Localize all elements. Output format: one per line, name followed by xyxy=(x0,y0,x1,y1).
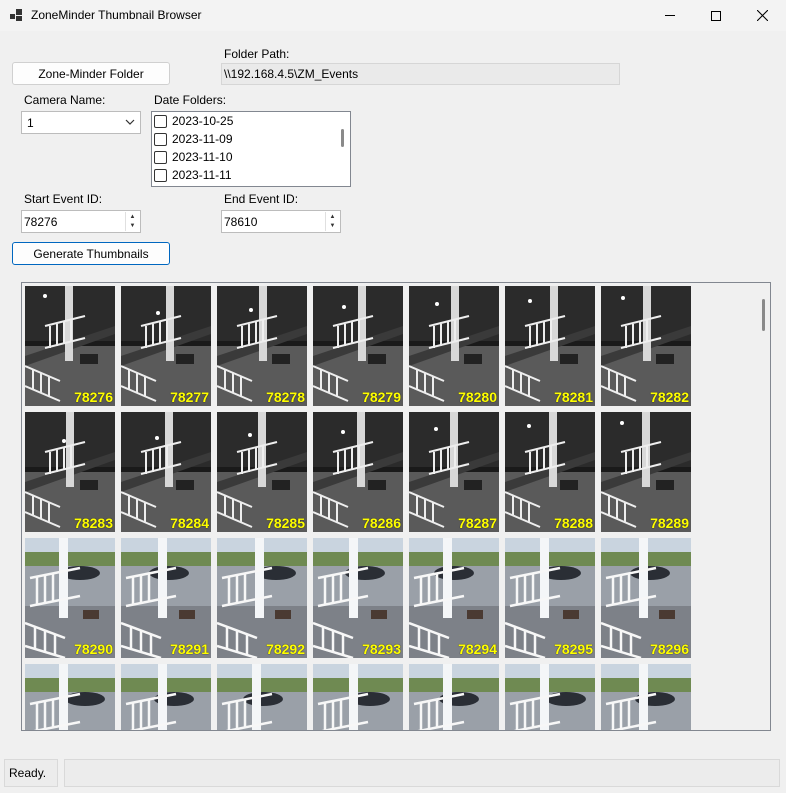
thumbnail-event-id: 78288 xyxy=(554,515,593,531)
thumbnail[interactable]: 78290 xyxy=(25,538,115,658)
thumbnail[interactable]: 78278 xyxy=(217,286,307,406)
checkbox[interactable] xyxy=(154,150,167,164)
spin-down-icon[interactable]: ▼ xyxy=(126,221,139,230)
thumbnail[interactable]: 78295 xyxy=(505,538,595,658)
camera-name-value: 1 xyxy=(27,116,34,130)
thumbnail-event-id: 78286 xyxy=(362,515,401,531)
thumbnail[interactable] xyxy=(409,664,499,730)
thumbnail[interactable]: 78281 xyxy=(505,286,595,406)
thumbnail-event-id: 78281 xyxy=(554,389,593,405)
window-title: ZoneMinder Thumbnail Browser xyxy=(31,8,202,22)
close-icon xyxy=(756,10,768,21)
thumbnail[interactable]: 78279 xyxy=(313,286,403,406)
thumbnail[interactable]: 78294 xyxy=(409,538,499,658)
status-bar: Ready. xyxy=(0,757,786,793)
thumbnail-event-id: 78291 xyxy=(170,641,209,657)
date-folders-label: Date Folders: xyxy=(154,93,227,107)
start-event-input[interactable]: 78276 ▲ ▼ xyxy=(21,210,141,233)
thumbnail-event-id: 78279 xyxy=(362,389,401,405)
thumbnail-event-id: 78295 xyxy=(554,641,593,657)
thumbnail-event-id: 78277 xyxy=(170,389,209,405)
thumbnail-event-id: 78292 xyxy=(266,641,305,657)
thumbnail-event-id: 78278 xyxy=(266,389,305,405)
start-event-spinner[interactable]: ▲ ▼ xyxy=(125,212,139,231)
minimize-icon xyxy=(665,15,675,16)
end-event-input[interactable]: 78610 ▲ ▼ xyxy=(221,210,341,233)
checkbox[interactable] xyxy=(154,168,167,182)
thumbnail[interactable] xyxy=(313,664,403,730)
thumbnail[interactable]: 78292 xyxy=(217,538,307,658)
thumbnail[interactable]: 78284 xyxy=(121,412,211,532)
thumbnail[interactable]: 78293 xyxy=(313,538,403,658)
thumbnail[interactable]: 78288 xyxy=(505,412,595,532)
list-scrollbar[interactable] xyxy=(341,129,344,147)
thumbnail-event-id: 78283 xyxy=(74,515,113,531)
thumbnail[interactable]: 78285 xyxy=(217,412,307,532)
status-text: Ready. xyxy=(4,759,58,787)
thumbnail[interactable]: 78287 xyxy=(409,412,499,532)
folder-path-label: Folder Path: xyxy=(224,47,290,61)
folder-path-field[interactable]: \\192.168.4.5\ZM_Events xyxy=(221,63,620,85)
thumbnail-event-id: 78296 xyxy=(650,641,689,657)
thumbnail-event-id: 78289 xyxy=(650,515,689,531)
thumbnail[interactable] xyxy=(601,664,691,730)
close-button[interactable] xyxy=(739,0,785,31)
thumbnail[interactable]: 78296 xyxy=(601,538,691,658)
spin-up-icon[interactable]: ▲ xyxy=(326,212,339,221)
spin-up-icon[interactable]: ▲ xyxy=(126,212,139,221)
start-event-label: Start Event ID: xyxy=(24,192,103,206)
thumbnail[interactable] xyxy=(25,664,115,730)
thumbnail-panel[interactable]: 78276 78277 78278 78279 78280 78281 78282 78283… xyxy=(21,282,771,731)
date-folder-item[interactable]: 2023-11-10 xyxy=(154,148,233,166)
thumbnail[interactable]: 78289 xyxy=(601,412,691,532)
thumbnail[interactable]: 78282 xyxy=(601,286,691,406)
chevron-down-icon xyxy=(125,119,135,125)
checkbox[interactable] xyxy=(154,132,167,146)
camera-name-select[interactable]: 1 xyxy=(21,111,141,134)
thumbnail-event-id: 78287 xyxy=(458,515,497,531)
thumbnail[interactable] xyxy=(217,664,307,730)
end-event-label: End Event ID: xyxy=(224,192,299,206)
thumbnail[interactable] xyxy=(121,664,211,730)
thumbnail-event-id: 78280 xyxy=(458,389,497,405)
camera-name-label: Camera Name: xyxy=(24,93,106,107)
thumbnail[interactable] xyxy=(505,664,595,730)
thumbnail-scrollbar[interactable] xyxy=(762,299,765,331)
thumbnail[interactable]: 78276 xyxy=(25,286,115,406)
thumbnail-event-id: 78284 xyxy=(170,515,209,531)
thumbnail-event-id: 78294 xyxy=(458,641,497,657)
spin-down-icon[interactable]: ▼ xyxy=(326,221,339,230)
maximize-button[interactable] xyxy=(693,0,739,31)
thumbnail[interactable]: 78286 xyxy=(313,412,403,532)
thumbnail[interactable]: 78277 xyxy=(121,286,211,406)
date-folders-list[interactable]: 2023-10-25 2023-11-09 2023-11-10 2023-11… xyxy=(151,111,351,187)
thumbnail-event-id: 78290 xyxy=(74,641,113,657)
thumbnail[interactable]: 78283 xyxy=(25,412,115,532)
minimize-button[interactable] xyxy=(647,0,693,31)
date-folder-item[interactable]: 2023-11-11 xyxy=(154,166,232,184)
generate-thumbnails-button[interactable]: Generate Thumbnails xyxy=(12,242,170,265)
date-folder-item[interactable]: 2023-10-25 xyxy=(154,112,233,130)
thumbnail-event-id: 78282 xyxy=(650,389,689,405)
end-event-spinner[interactable]: ▲ ▼ xyxy=(325,212,339,231)
thumbnail-event-id: 78276 xyxy=(74,389,113,405)
thumbnail[interactable]: 78280 xyxy=(409,286,499,406)
thumbnail-event-id: 78293 xyxy=(362,641,401,657)
thumbnail-event-id: 78285 xyxy=(266,515,305,531)
checkbox[interactable] xyxy=(154,114,167,128)
thumbnail[interactable]: 78291 xyxy=(121,538,211,658)
date-folder-item[interactable]: 2023-11-09 xyxy=(154,130,233,148)
app-icon xyxy=(10,9,22,21)
maximize-icon xyxy=(711,10,721,21)
title-bar: ZoneMinder Thumbnail Browser xyxy=(0,0,786,31)
zone-minder-folder-button[interactable]: Zone-Minder Folder xyxy=(12,62,170,85)
status-progress-area xyxy=(64,759,780,787)
